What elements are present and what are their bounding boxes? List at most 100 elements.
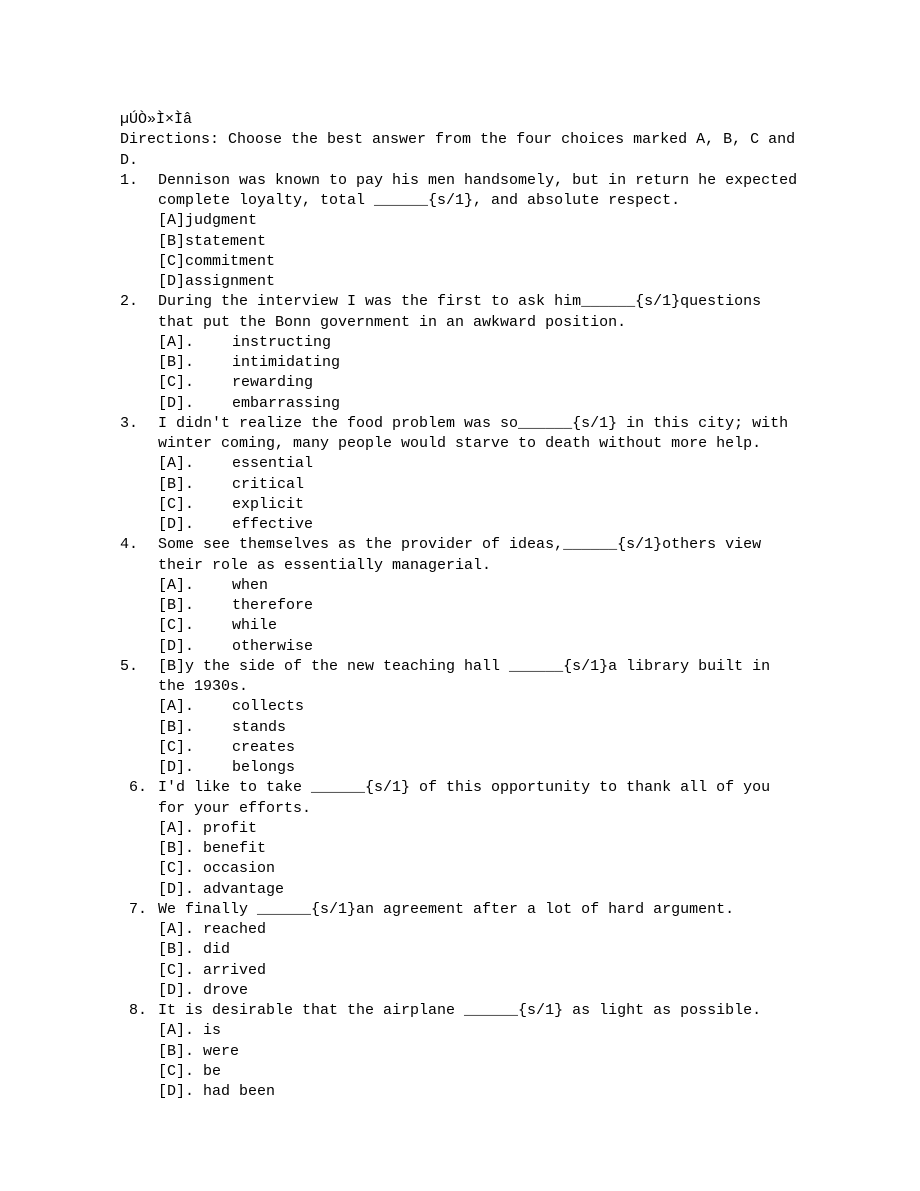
choice-key: [C]. (158, 738, 232, 758)
choice-key: [A]. (158, 697, 232, 717)
question-text: We finally ______{s/1}an agreement after… (158, 900, 805, 920)
choice-key: [B]. (158, 475, 232, 495)
choice: [C]commitment (158, 252, 805, 272)
choice: [D].otherwise (158, 637, 805, 657)
question-body: Some see themselves as the provider of i… (158, 535, 805, 657)
question: 8.It is desirable that the airplane ____… (120, 1001, 805, 1102)
questions-list: 1.Dennison was known to pay his men hand… (120, 171, 805, 1103)
choices-list: [A].collects[B].stands[C].creates[D].bel… (158, 697, 805, 778)
choices-list: [A].instructing[B].intimidating[C].rewar… (158, 333, 805, 414)
choice-label: when (232, 576, 268, 596)
choices-list: [A]. profit[B]. benefit[C]. occasion[D].… (158, 819, 805, 900)
choice-key: [A]. (158, 333, 232, 353)
choice-label: embarrassing (232, 394, 340, 414)
document-page: µÚÒ»Ì×Ìâ Directions: Choose the best ans… (0, 0, 920, 1162)
choice: [C]. arrived (158, 961, 805, 981)
question-text: I'd like to take ______{s/1} of this opp… (158, 778, 805, 819)
question: 6.I'd like to take ______{s/1} of this o… (120, 778, 805, 900)
choice-key: [D]. (158, 515, 232, 535)
question-text: [B]y the side of the new teaching hall _… (158, 657, 805, 698)
question-number: 3. (120, 414, 158, 536)
choice: [B]. were (158, 1042, 805, 1062)
choice-label: collects (232, 697, 304, 717)
choice: [C].explicit (158, 495, 805, 515)
choice: [C].while (158, 616, 805, 636)
choice-label: judgment (185, 211, 257, 231)
question-number: 7. (120, 900, 158, 1001)
question: 2.During the interview I was the first t… (120, 292, 805, 414)
choice: [D]assignment (158, 272, 805, 292)
choice-key: [B]. (158, 596, 232, 616)
choice-label: stands (232, 718, 286, 738)
question-number: 2. (120, 292, 158, 414)
choice-label: therefore (232, 596, 313, 616)
choice-label: belongs (232, 758, 295, 778)
question-body: I'd like to take ______{s/1} of this opp… (158, 778, 805, 900)
choice-label: profit (203, 819, 257, 839)
choice-label: statement (185, 232, 266, 252)
choice: [D].effective (158, 515, 805, 535)
choice-label: advantage (203, 880, 284, 900)
question-text: Some see themselves as the provider of i… (158, 535, 805, 576)
choice-label: occasion (203, 859, 275, 879)
choice: [B].critical (158, 475, 805, 495)
choices-list: [A]. is[B]. were[C]. be[D]. had been (158, 1021, 805, 1102)
choice: [A]. reached (158, 920, 805, 940)
choice: [D].embarrassing (158, 394, 805, 414)
choice-key: [A]. (158, 454, 232, 474)
choice-label: is (203, 1021, 221, 1041)
header-line: µÚÒ»Ì×Ìâ (120, 110, 805, 130)
choice-key: [A]. (158, 920, 203, 940)
choice-label: drove (203, 981, 248, 1001)
question-text: I didn't realize the food problem was so… (158, 414, 805, 455)
choice: [A].collects (158, 697, 805, 717)
choice: [A].instructing (158, 333, 805, 353)
question-body: Dennison was known to pay his men handso… (158, 171, 805, 293)
choice-key: [C]. (158, 495, 232, 515)
choice-key: [D]. (158, 394, 232, 414)
choice-key: [A]. (158, 819, 203, 839)
choice-key: [A]. (158, 1021, 203, 1041)
choice-label: creates (232, 738, 295, 758)
choice: [B].therefore (158, 596, 805, 616)
choice: [C].rewarding (158, 373, 805, 393)
choice-key: [D]. (158, 1082, 203, 1102)
choice-key: [D]. (158, 880, 203, 900)
question-body: I didn't realize the food problem was so… (158, 414, 805, 536)
question: 5. [B]y the side of the new teaching hal… (120, 657, 805, 779)
choices-list: [A].essential[B].critical[C].explicit[D]… (158, 454, 805, 535)
choice-key: [C] (158, 252, 185, 272)
choice: [D]. advantage (158, 880, 805, 900)
choice-key: [B]. (158, 1042, 203, 1062)
choice: [A]. profit (158, 819, 805, 839)
choice-label: arrived (203, 961, 266, 981)
question-number: 5. (120, 657, 158, 779)
choice: [B]. benefit (158, 839, 805, 859)
choice-label: were (203, 1042, 239, 1062)
question-body: We finally ______{s/1}an agreement after… (158, 900, 805, 1001)
choices-list: [A]judgment[B]statement[C]commitment[D]a… (158, 211, 805, 292)
choice-label: benefit (203, 839, 266, 859)
choice-key: [B]. (158, 940, 203, 960)
question-text: Dennison was known to pay his men handso… (158, 171, 805, 212)
choice: [C]. be (158, 1062, 805, 1082)
choice-label: be (203, 1062, 221, 1082)
choice-key: [A]. (158, 576, 232, 596)
choice-label: had been (203, 1082, 275, 1102)
choice-label: instructing (232, 333, 331, 353)
choice: [B].stands (158, 718, 805, 738)
choice-label: otherwise (232, 637, 313, 657)
choice-label: assignment (185, 272, 275, 292)
choice-label: while (232, 616, 277, 636)
choice-label: essential (232, 454, 313, 474)
choice-key: [C]. (158, 1062, 203, 1082)
choice-key: [A] (158, 211, 185, 231)
choice-key: [C]. (158, 859, 203, 879)
choice: [D]. had been (158, 1082, 805, 1102)
choice: [B].intimidating (158, 353, 805, 373)
choice-label: effective (232, 515, 313, 535)
choice: [A].when (158, 576, 805, 596)
question-body: During the interview I was the first to … (158, 292, 805, 414)
choice-key: [C]. (158, 616, 232, 636)
question: 7.We finally ______{s/1}an agreement aft… (120, 900, 805, 1001)
